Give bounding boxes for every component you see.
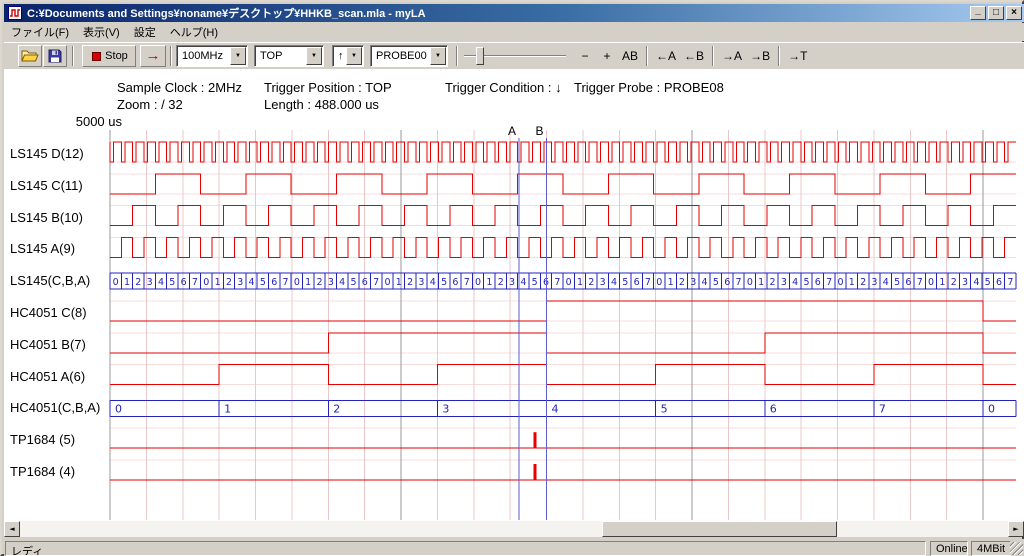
cursor-b-right-button[interactable]: →B: [746, 45, 774, 67]
window-title: C:¥Documents and Settings¥noname¥デスクトップ¥…: [27, 5, 968, 21]
minimize-button[interactable]: _: [970, 6, 986, 20]
menu-help[interactable]: ヘルプ(H): [163, 22, 225, 42]
dropdown-arrow-icon[interactable]: ▼: [430, 47, 446, 65]
trigger-edge-combobox[interactable]: ↑ ▼: [332, 45, 364, 67]
run-arrow-icon: →: [146, 47, 161, 65]
online-status-panel: Online: [930, 541, 968, 556]
stop-button[interactable]: Stop: [82, 45, 136, 67]
menu-settings[interactable]: 設定: [127, 22, 163, 42]
statusbar: レディ Online 4MBit: [4, 539, 1024, 556]
channel-label-ls145-c-11: LS145 C(11): [10, 178, 83, 194]
cursor-a-left-button[interactable]: ←A: [652, 45, 680, 67]
scroll-right-button[interactable]: ►: [1008, 521, 1024, 537]
scroll-right-icon: ►: [1013, 525, 1018, 533]
time-scale-label: 5000 us: [50, 114, 122, 129]
status-message: レディ: [11, 546, 43, 556]
trigger-edge-combobox-value: ↑: [338, 50, 344, 62]
scroll-left-button[interactable]: ◄: [4, 521, 20, 537]
sample-clock-combobox[interactable]: 100MHz ▼: [176, 45, 248, 67]
floppy-disk-icon: [48, 49, 62, 63]
sample-clock-text: Sample Clock : 2MHz: [117, 80, 242, 95]
memory-status-panel: 4MBit: [971, 541, 1011, 556]
trigger-position-combobox-value: TOP: [260, 50, 282, 62]
channel-label-ls145-c-b-a: LS145(C,B,A): [10, 273, 90, 289]
dropdown-arrow-icon[interactable]: ▼: [346, 47, 362, 65]
run-button[interactable]: →: [140, 45, 166, 67]
open-button[interactable]: [18, 45, 42, 67]
menu-view[interactable]: 表示(V): [76, 22, 127, 42]
close-button[interactable]: ×: [1006, 6, 1022, 20]
toolbar-separator: [778, 46, 780, 66]
zoom-text: Zoom : / 32: [117, 97, 183, 112]
channel-label-hc4051-b-7: HC4051 B(7): [10, 337, 86, 353]
dropdown-arrow-icon[interactable]: ▼: [230, 47, 246, 65]
zoom-slider[interactable]: [464, 45, 566, 67]
open-folder-icon: [21, 49, 39, 63]
channel-label-hc4051-a-6: HC4051 A(6): [10, 369, 85, 385]
cursor-ab-button[interactable]: AB: [618, 45, 642, 67]
resize-grip[interactable]: [1010, 542, 1023, 555]
maximize-button[interactable]: □: [988, 6, 1004, 20]
channel-label-tp1684-4: TP1684 (4): [10, 464, 75, 480]
trigger-probe-combobox-value: PROBE00: [376, 50, 427, 62]
trigger-condition-text: Trigger Condition : ↓: [445, 80, 562, 95]
channel-label-tp1684-5: TP1684 (5): [10, 432, 75, 448]
toolbar-separator: [72, 46, 74, 66]
zoom-slider-thumb[interactable]: [476, 47, 484, 65]
trigger-probe-text: Trigger Probe : PROBE08: [574, 80, 724, 95]
scroll-left-icon: ◄: [9, 525, 14, 533]
status-message-panel: レディ: [5, 541, 926, 556]
online-status: Online: [936, 543, 968, 555]
cursor-a-right-button[interactable]: →A: [718, 45, 746, 67]
trigger-position-text: Trigger Position : TOP: [264, 80, 392, 95]
channel-label-ls145-b-10: LS145 B(10): [10, 210, 83, 226]
menu-file[interactable]: ファイル(F): [4, 22, 76, 42]
toolbar-separator: [646, 46, 648, 66]
channel-label-hc4051-c-8: HC4051 C(8): [10, 305, 87, 321]
sample-clock-combobox-value: 100MHz: [182, 50, 223, 62]
channel-label-hc4051-c-b-a: HC4051(C,B,A): [10, 400, 100, 416]
titlebar[interactable]: C:¥Documents and Settings¥noname¥デスクトップ¥…: [4, 4, 1024, 22]
waveform-view: [4, 69, 1024, 521]
memory-status: 4MBit: [977, 543, 1005, 555]
menubar: ファイル(F)表示(V)設定ヘルプ(H): [4, 23, 1024, 41]
channel-label-ls145-a-9: LS145 A(9): [10, 241, 75, 257]
stop-icon: [92, 52, 101, 61]
cursor-nav-buttons: −+AB ←A←B →A→B →T: [574, 45, 811, 67]
trigger-position-combobox[interactable]: TOP ▼: [254, 45, 324, 67]
length-text: Length : 488.000 us: [264, 97, 379, 112]
toolbar-separator: [456, 46, 458, 66]
stop-label: Stop: [105, 50, 128, 62]
scrollbar-thumb[interactable]: [602, 521, 837, 537]
trigger-probe-combobox[interactable]: PROBE00 ▼: [370, 45, 448, 67]
dropdown-arrow-icon[interactable]: ▼: [306, 47, 322, 65]
goto-trigger-button[interactable]: →T: [784, 45, 811, 67]
toolbar: Stop → 100MHz ▼ TOP ▼ ↑ ▼ PROBE00 ▼ −+AB…: [4, 42, 1024, 69]
app-icon: [8, 6, 22, 20]
app-window: C:¥Documents and Settings¥noname¥デスクトップ¥…: [0, 0, 1024, 556]
save-button[interactable]: [43, 45, 67, 67]
zoom-out-button[interactable]: −: [574, 45, 596, 67]
cursor-b-left-button[interactable]: ←B: [680, 45, 708, 67]
zoom-in-button[interactable]: +: [596, 45, 618, 67]
channel-label-ls145-d-12: LS145 D(12): [10, 146, 84, 162]
toolbar-separator: [712, 46, 714, 66]
toolbar-separator: [170, 46, 172, 66]
horizontal-scrollbar[interactable]: ◄ ►: [4, 521, 1024, 537]
